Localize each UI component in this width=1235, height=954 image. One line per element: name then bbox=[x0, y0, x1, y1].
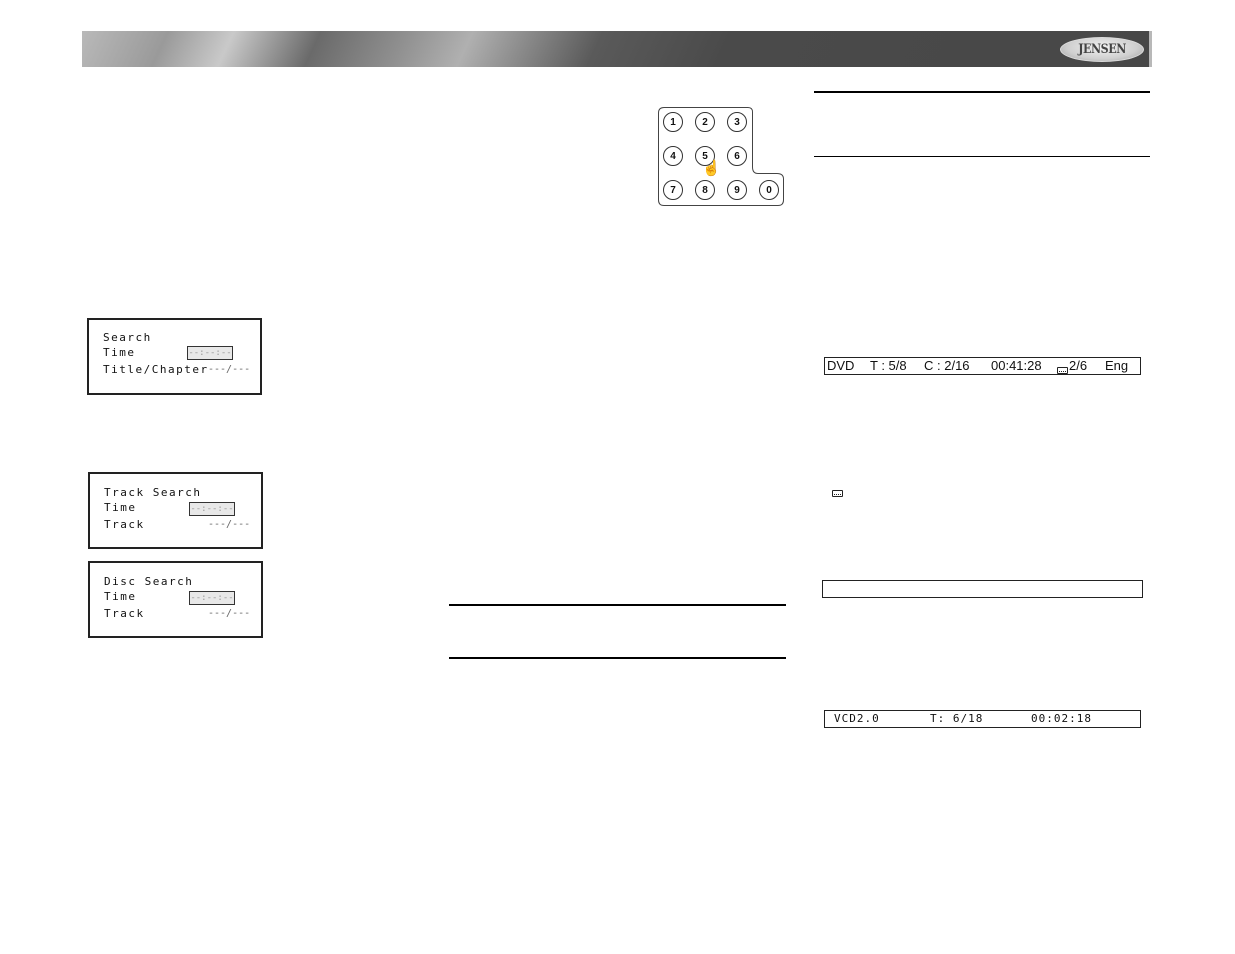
subtitle-indicator: 2/6 bbox=[1069, 358, 1088, 373]
subtitle-icon bbox=[1057, 362, 1068, 378]
track-indicator: T: 6/18 bbox=[930, 712, 984, 725]
audio-language: Eng bbox=[1105, 358, 1129, 373]
playback-time: 00:41:28 bbox=[991, 358, 1042, 373]
header-banner: JENSEN bbox=[82, 31, 1152, 67]
section-rule-mid bbox=[449, 604, 786, 606]
track-label: Track bbox=[104, 607, 145, 620]
playback-time: 00:02:18 bbox=[1031, 712, 1092, 725]
hand-pointer-icon: ☝ bbox=[702, 160, 721, 177]
track-search-osd: Track Search Time --:--:-- Track ---/--- bbox=[88, 472, 263, 549]
jensen-logo: JENSEN bbox=[1060, 37, 1144, 62]
disc-type: DVD bbox=[827, 358, 855, 373]
numeric-keypad: 1 2 3 4 5 6 7 8 9 0 ☝ bbox=[658, 107, 784, 206]
chapter-value: ---/--- bbox=[208, 364, 251, 375]
key-9[interactable]: 9 bbox=[727, 180, 747, 200]
key-label: 9 bbox=[734, 184, 740, 196]
key-0[interactable]: 0 bbox=[759, 180, 779, 200]
vcd-status-bar: VCD2.0 T: 6/18 00:02:18 bbox=[824, 710, 1141, 728]
time-input[interactable]: --:--:-- bbox=[187, 346, 233, 360]
time-label: Time bbox=[104, 590, 137, 603]
track-label: Track bbox=[104, 518, 145, 531]
title-indicator: T : 5/8 bbox=[870, 358, 907, 373]
time-input[interactable]: --:--:-- bbox=[189, 502, 235, 516]
time-label: Time bbox=[103, 346, 136, 359]
key-label: 7 bbox=[670, 184, 676, 196]
osd-title: Search bbox=[103, 331, 152, 344]
osd-title: Track Search bbox=[104, 486, 202, 499]
blank-status-bar bbox=[822, 580, 1143, 598]
chapter-indicator: C : 2/16 bbox=[924, 358, 970, 373]
osd-title: Disc Search bbox=[104, 575, 194, 588]
key-4[interactable]: 4 bbox=[663, 146, 683, 166]
key-3[interactable]: 3 bbox=[727, 112, 747, 132]
key-label: 0 bbox=[766, 184, 772, 196]
key-label: 1 bbox=[670, 116, 676, 128]
dvd-status-bar: DVD T : 5/8 C : 2/16 00:41:28 2/6 Eng bbox=[824, 357, 1141, 375]
section-rule-top-right bbox=[814, 91, 1150, 93]
brand-name: JENSEN bbox=[1078, 42, 1126, 57]
key-2[interactable]: 2 bbox=[695, 112, 715, 132]
dvd-search-osd: Search Time --:--:-- Title/Chapter ---/-… bbox=[87, 318, 262, 395]
section-rule-top-right-bottom bbox=[814, 156, 1150, 157]
key-1[interactable]: 1 bbox=[663, 112, 683, 132]
disc-search-osd: Disc Search Time --:--:-- Track ---/--- bbox=[88, 561, 263, 638]
subtitle-icon bbox=[832, 490, 843, 497]
key-8[interactable]: 8 bbox=[695, 180, 715, 200]
key-label: 6 bbox=[734, 150, 740, 162]
key-label: 8 bbox=[702, 184, 708, 196]
time-input[interactable]: --:--:-- bbox=[189, 591, 235, 605]
key-label: 3 bbox=[734, 116, 740, 128]
key-label: 4 bbox=[670, 150, 676, 162]
key-7[interactable]: 7 bbox=[663, 180, 683, 200]
time-label: Time bbox=[104, 501, 137, 514]
key-6[interactable]: 6 bbox=[727, 146, 747, 166]
chapter-label: Title/Chapter bbox=[103, 363, 209, 376]
track-value: ---/--- bbox=[208, 608, 251, 619]
key-label: 2 bbox=[702, 116, 708, 128]
track-value: ---/--- bbox=[208, 519, 251, 530]
disc-type: VCD2.0 bbox=[834, 712, 880, 725]
section-rule-mid-bottom bbox=[449, 657, 786, 659]
